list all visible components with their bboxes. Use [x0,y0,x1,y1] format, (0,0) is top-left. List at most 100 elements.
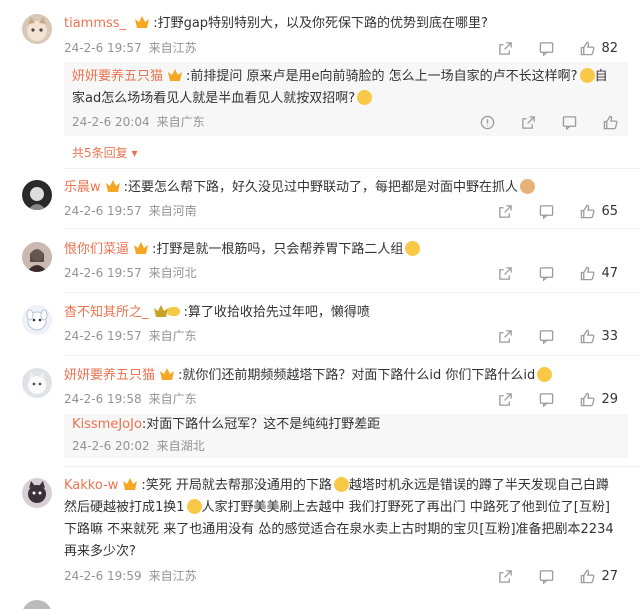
like-icon[interactable] [579,40,595,56]
timestamp: 24-2-6 19:58 [64,392,142,406]
location: 来自湖北 [156,439,205,453]
comment-meta: 24-2-6 19:59 来自江苏 [64,568,197,584]
reply-meta: 24-2-6 20:04 来自广东 [72,114,205,130]
share-icon[interactable] [497,265,513,281]
reply-actions [454,113,618,131]
badge-icon [159,367,175,388]
comment-body: :笑死 开局就去帮那没通用的下路 [141,478,332,493]
comment-icon[interactable] [561,114,577,130]
divider [64,168,640,169]
avatar[interactable] [22,242,52,272]
divider [64,355,640,356]
badge-icon [133,241,149,262]
reply-body-tail: 自 [594,69,608,84]
comment-item: 妍妍要养五只猫 :就你们还前期频频越塔下路？对面下路什么id 你们下路什么id 2… [0,358,640,468]
vip-badge-icon [153,304,181,325]
comment-icon[interactable] [538,391,554,407]
comment-body-3: 下路嘛 不来就死 来了也通用没有 怂的感觉适合在泉水卖上古时期的宝贝[互粉]准备… [64,522,614,537]
comment-item: 恨你们菜逼 :打野是就一根筋吗，只会帮养胃下路二人组 24-2-6 19:57 来自… [0,232,640,293]
comment-body: :就你们还前期频频越塔下路？对面下路什么id 你们下路什么id [178,368,536,383]
like-icon[interactable] [579,328,595,344]
emoji-icon [579,68,595,83]
divider [64,228,640,229]
username[interactable]: 乐晨w [64,180,101,195]
username[interactable]: 杳不知其所之_ [64,305,149,320]
badge-icon [122,477,138,498]
share-icon[interactable] [497,568,513,584]
username[interactable]: KissmeJoJo [72,417,142,432]
like-icon[interactable] [579,391,595,407]
location: 来自河北 [148,266,197,280]
share-icon[interactable] [497,328,513,344]
emoji-icon [537,367,553,382]
location: 来自广东 [156,115,205,129]
comment-text: tiammss_ :打野gap特别特别大，以及你死保下路的优势到底在哪里? [64,14,630,36]
username[interactable]: 妍妍要养五只猫 [72,69,163,84]
comment-text: 乐晨w :还要怎么帮下路，好久没见过中野联动了，每把都是对面中野在抓人 [64,178,630,200]
avatar[interactable] [22,180,52,210]
comment-icon[interactable] [538,265,554,281]
comment-icon[interactable] [538,40,554,56]
comment-body: :还要怎么帮下路，好久没见过中野联动了，每把都是对面中野在抓人 [123,180,519,195]
emoji-icon [333,477,349,492]
like-icon[interactable] [579,265,595,281]
username[interactable]: tiammss_ [64,16,126,31]
comment-icon[interactable] [538,203,554,219]
like-count: 33 [601,328,618,344]
reply-body: :对面下路什么冠军？这不是纯纯打野差距 [141,417,381,432]
avatar[interactable] [22,368,52,398]
like-count: 82 [601,40,618,56]
like-count: 47 [601,265,618,281]
reply-block: 妍妍要养五只猫 :前排提问 原来卢是用e向前骑脸的 怎么上一场自家的卢不长这样啊?… [64,62,628,136]
comment-item: 杳不知其所之_:算了收拾收拾先过年吧，懒得喷 24-2-6 19:57 来自广东 … [0,295,640,356]
divider [64,292,640,293]
comment-actions: 27 [472,567,618,585]
timestamp: 24-2-6 20:04 [72,115,150,129]
like-icon[interactable] [579,203,595,219]
comment-icon[interactable] [538,568,554,584]
badge-icon [105,179,121,200]
more-replies-link[interactable]: 共5条回复 ▾ [72,144,138,161]
badge-icon [134,15,150,36]
location: 来自广东 [148,392,197,406]
comment-item: Kakko-w :笑死 开局就去帮那没通用的下路 越塔时机永远是错误的蹲了半天发现自… [0,468,640,593]
reply-block: KissmeJoJo:对面下路什么冠军？这不是纯纯打野差距 24-2-6 20:… [64,414,628,458]
comment-body-tail: 越塔时机永远是错误的蹲了半天发现自己白蹲 [348,478,609,493]
comment-body: :算了收拾收拾先过年吧，懒得喷 [183,305,370,320]
comment-text: 杳不知其所之_ :算了收拾收拾先过年吧，懒得喷 [64,303,630,325]
emoji-icon [186,499,202,514]
username[interactable]: 恨你们菜逼 [64,242,129,257]
reply-meta: 24-2-6 20:02 来自湖北 [72,438,205,454]
reply-body: :前排提问 原来卢是用e向前骑脸的 怎么上一场自家的卢不长这样啊? [186,69,578,84]
share-icon[interactable] [497,203,513,219]
divider [64,466,640,467]
share-icon[interactable] [497,391,513,407]
location: 来自广东 [148,329,197,343]
comment-body-2: 然后硬越被打成1换1 [64,500,185,515]
location: 来自江苏 [148,569,197,583]
reply-text-line2: 家ad怎么场场看见人就是半血看见人就按双招啊? [72,88,620,110]
avatar[interactable] [22,305,52,335]
comment-body: :打野是就一根筋吗，只会帮养胃下路二人组 [152,242,404,257]
comment-body: :打野gap特别特别大，以及你死保下路的优势到底在哪里? [153,16,488,31]
username[interactable]: 妍妍要养五只猫 [64,368,155,383]
share-icon[interactable] [497,40,513,56]
comment-meta: 24-2-6 19:57 来自河北 [64,265,197,281]
comment-text: 妍妍要养五只猫 :就你们还前期频频越塔下路？对面下路什么id 你们下路什么id [64,366,630,388]
comment-item: 乐晨w :还要怎么帮下路，好久没见过中野联动了，每把都是对面中野在抓人 24-2-… [0,170,640,230]
avatar[interactable] [22,600,52,609]
comment-meta: 24-2-6 19:57 来自江苏 [64,40,197,56]
share-icon[interactable] [520,114,536,130]
like-icon[interactable] [579,568,595,584]
timestamp: 24-2-6 19:57 [64,204,142,218]
chevron-down-icon: ▾ [131,146,138,160]
like-icon[interactable] [602,114,618,130]
avatar[interactable] [22,14,52,44]
emoji-icon [357,90,373,105]
emoji-icon [520,179,536,194]
comment-icon[interactable] [538,328,554,344]
avatar[interactable] [22,478,52,508]
report-icon[interactable] [479,114,495,130]
more-replies-label: 共5条回复 [72,146,128,160]
username[interactable]: Kakko-w [64,478,118,493]
